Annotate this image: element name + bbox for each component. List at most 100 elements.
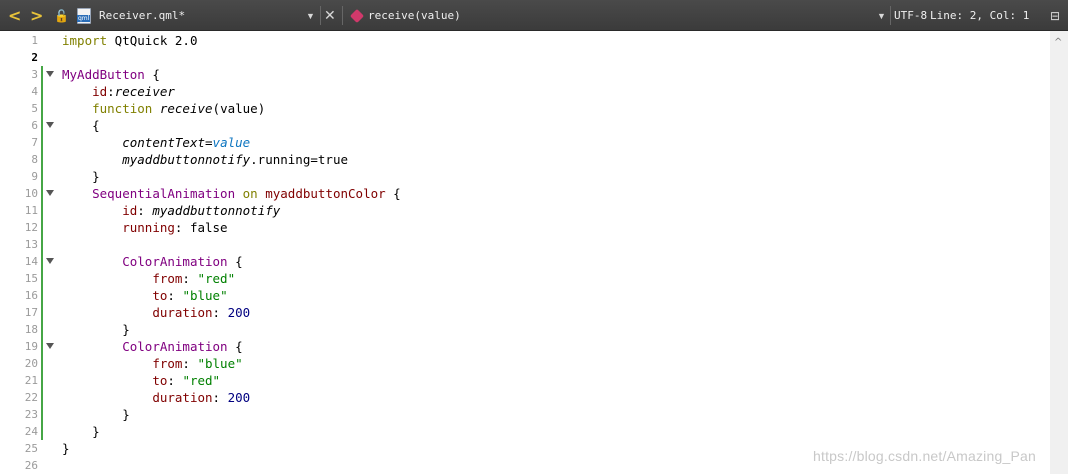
code-line[interactable]: to: "blue" <box>62 287 227 304</box>
code-line[interactable]: function receive(value) <box>62 100 265 117</box>
chevron-down-icon: ▼ <box>306 10 315 21</box>
code-line[interactable]: from: "blue" <box>62 355 243 372</box>
code-token: { <box>227 339 243 354</box>
scroll-up-icon[interactable]: ^ <box>1054 37 1062 48</box>
code-token: : <box>182 356 198 371</box>
code-token: { <box>227 254 243 269</box>
forward-button[interactable]: > <box>30 0 43 31</box>
code-token: on <box>242 186 258 201</box>
code-token: receiver <box>114 84 175 99</box>
code-line[interactable]: } <box>62 321 130 338</box>
code-line[interactable]: id: myaddbuttonnotify <box>62 202 280 219</box>
code-line[interactable]: SequentialAnimation on myaddbuttonColor … <box>62 185 401 202</box>
code-line[interactable]: } <box>62 440 70 457</box>
code-token: myaddbuttonColor <box>265 186 386 201</box>
code-line[interactable]: ColorAnimation { <box>62 338 243 355</box>
code-token: id <box>92 84 108 99</box>
code-token: value <box>212 135 251 150</box>
fold-arrow-icon[interactable] <box>46 190 54 196</box>
code-token: : <box>107 84 115 99</box>
cursor-position-button[interactable]: Line: 2, Col: 1 <box>930 0 1029 31</box>
close-file-button[interactable]: ✕ <box>324 0 336 31</box>
line-number: 1 <box>31 34 38 47</box>
code-token: : <box>212 390 228 405</box>
fold-arrow-icon[interactable] <box>46 71 54 77</box>
code-token: : <box>137 203 153 218</box>
line-number: 19 <box>24 340 38 353</box>
line-number: 2 <box>31 51 38 64</box>
line-number: 5 <box>31 102 38 115</box>
vertical-scrollbar[interactable]: ^ <box>1050 31 1068 474</box>
code-token: { <box>144 67 160 82</box>
line-number: 9 <box>31 170 38 183</box>
line-number: 14 <box>24 255 38 268</box>
file-dropdown-button[interactable]: ▼ <box>306 0 315 31</box>
code-line[interactable]: MyAddButton { <box>62 66 160 83</box>
qml-file-icon <box>77 7 91 24</box>
line-number: 23 <box>24 408 38 421</box>
line-number: 18 <box>24 323 38 336</box>
code-token: : <box>167 288 183 303</box>
code-token: receive <box>159 101 213 116</box>
code-token: 200 <box>227 305 251 320</box>
code-line[interactable]: myaddbuttonnotify.running=true <box>62 151 348 168</box>
code-line[interactable]: from: "red" <box>62 270 235 287</box>
code-token: .running=true <box>250 152 348 167</box>
code-token: contentText <box>122 135 206 150</box>
back-arrow-icon: < <box>8 6 22 25</box>
code-line[interactable]: running: false <box>62 219 227 236</box>
code-line[interactable]: } <box>62 423 100 440</box>
code-line[interactable]: } <box>62 406 130 423</box>
fold-arrow-icon[interactable] <box>46 122 54 128</box>
back-button[interactable]: < <box>8 0 21 31</box>
file-selector[interactable]: Receiver.qml* <box>77 0 185 31</box>
code-line[interactable]: import QtQuick 2.0 <box>62 32 197 49</box>
code-token: to <box>152 373 168 388</box>
line-number: 4 <box>31 85 38 98</box>
code-text-area[interactable]: import QtQuick 2.0 MyAddButton { id:recei… <box>62 31 1050 474</box>
code-token: import <box>62 33 108 48</box>
code-token: function <box>92 101 153 116</box>
fold-arrow-icon[interactable] <box>46 258 54 264</box>
code-line[interactable]: ColorAnimation { <box>62 253 243 270</box>
line-number: 16 <box>24 289 38 302</box>
open-file-name: Receiver.qml* <box>99 9 186 22</box>
line-number: 8 <box>31 153 38 166</box>
symbol-dropdown-button[interactable]: ▼ <box>877 0 886 31</box>
code-line[interactable]: duration: 200 <box>62 389 250 406</box>
line-number: 10 <box>24 187 38 200</box>
code-line[interactable]: id:receiver <box>62 83 175 100</box>
file-lock-button[interactable]: 🔓 <box>54 0 69 31</box>
code-editor[interactable]: 1 2 3 4 5 6 7 8 9 10 11 12 13 14 15 16 17 18 19 20 21 22 23 24 2… <box>0 31 1068 474</box>
function-symbol-icon <box>349 8 365 23</box>
encoding-button[interactable]: UTF-8 <box>894 0 927 31</box>
current-function-name: receive(value) <box>368 9 461 22</box>
code-line[interactable]: contentText=value <box>62 134 250 151</box>
code-token: : <box>212 305 228 320</box>
code-token: { <box>385 186 401 201</box>
code-line[interactable]: { <box>62 117 100 134</box>
code-line[interactable]: duration: 200 <box>62 304 250 321</box>
code-line[interactable]: } <box>62 168 100 185</box>
line-number-gutter[interactable]: 1 2 3 4 5 6 7 8 9 10 11 12 13 14 15 16 17 18 19 20 21 22 23 24 2… <box>0 31 60 474</box>
cursor-position-label: Line: 2, Col: 1 <box>930 9 1030 22</box>
code-token: SequentialAnimation <box>92 186 236 201</box>
code-line[interactable]: to: "red" <box>62 372 220 389</box>
toolbar-divider <box>890 6 891 25</box>
code-token: ColorAnimation <box>122 339 228 354</box>
code-token: running <box>122 220 175 235</box>
symbol-selector[interactable]: receive(value) <box>349 0 461 31</box>
fold-arrow-icon[interactable] <box>46 343 54 349</box>
split-view-button[interactable]: ⊟ <box>1050 0 1060 31</box>
code-token: "blue" <box>197 356 243 371</box>
